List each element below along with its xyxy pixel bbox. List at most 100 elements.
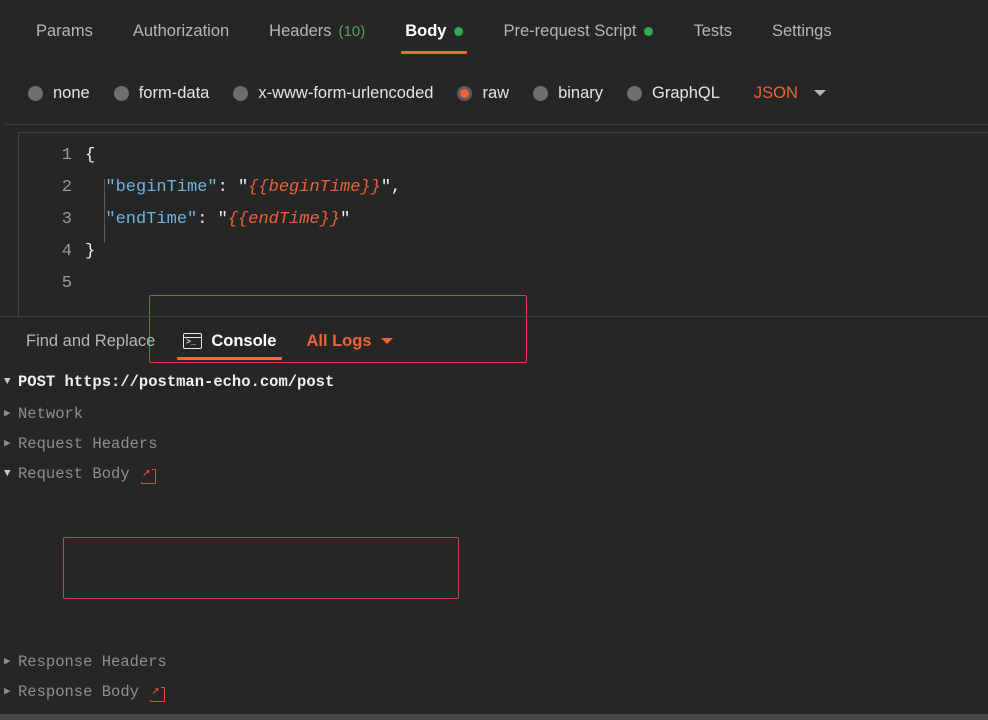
tab-pre-request-script[interactable]: Pre-request Script bbox=[489, 0, 667, 62]
triangle-expanded-icon[interactable]: ▼ bbox=[4, 459, 18, 489]
line-content: } bbox=[85, 236, 95, 268]
log-node-request-headers[interactable]: ▶ Request Headers bbox=[0, 429, 988, 459]
radio-icon[interactable] bbox=[114, 86, 129, 101]
triangle-collapsed-icon[interactable]: ▶ bbox=[4, 399, 18, 429]
terminal-icon bbox=[183, 333, 202, 349]
tab-label: Authorization bbox=[133, 22, 229, 41]
body-type-label: GraphQL bbox=[652, 84, 720, 103]
status-dot-icon bbox=[644, 27, 653, 36]
json-colon: : bbox=[218, 178, 238, 197]
chevron-down-icon[interactable] bbox=[381, 338, 393, 344]
request-body-editor-wrapper: 1 { 2 "beginTime": "{{beginTime}}", 3 "e… bbox=[4, 124, 988, 316]
postman-request-body-screen: Params Authorization Headers (10) Body P… bbox=[0, 0, 988, 720]
body-type-label: none bbox=[53, 84, 90, 103]
body-type-label: raw bbox=[482, 84, 509, 103]
log-filter-label: All Logs bbox=[306, 332, 371, 351]
editor-line[interactable]: 1 { bbox=[19, 140, 988, 172]
tab-find-and-replace[interactable]: Find and Replace bbox=[12, 317, 169, 365]
body-type-label: binary bbox=[558, 84, 603, 103]
tab-headers[interactable]: Headers (10) bbox=[255, 0, 379, 62]
body-type-raw[interactable]: raw bbox=[457, 84, 509, 103]
editor-line[interactable]: 4 } bbox=[19, 236, 988, 268]
log-node-request-body[interactable]: ▼ Request Body bbox=[0, 459, 988, 489]
log-entry-title: POST https://postman-echo.com/post bbox=[18, 373, 334, 391]
radio-icon[interactable] bbox=[28, 86, 43, 101]
radio-icon[interactable] bbox=[627, 86, 642, 101]
line-content: "endTime": "{{endTime}}" bbox=[85, 204, 350, 236]
editor-line[interactable]: 5 bbox=[19, 268, 988, 300]
console-tab-label: Console bbox=[211, 332, 276, 351]
editor-line[interactable]: 3 "endTime": "{{endTime}}" bbox=[19, 204, 988, 236]
tab-tests[interactable]: Tests bbox=[679, 0, 746, 62]
body-type-graphql[interactable]: GraphQL bbox=[627, 84, 720, 103]
external-link-icon[interactable] bbox=[150, 685, 165, 700]
raw-language-selector[interactable]: JSON bbox=[754, 84, 798, 103]
log-filter-dropdown[interactable]: All Logs bbox=[306, 332, 392, 351]
tab-label: Pre-request Script bbox=[503, 22, 636, 41]
json-key: "beginTime" bbox=[105, 178, 217, 197]
body-type-label: x-www-form-urlencoded bbox=[258, 84, 433, 103]
radio-icon[interactable] bbox=[533, 86, 548, 101]
console-tab-bar: Find and Replace Console All Logs bbox=[0, 317, 988, 365]
log-node-label: Response Body bbox=[18, 683, 139, 701]
line-content: "beginTime": "{{beginTime}}", bbox=[85, 172, 401, 204]
line-number: 5 bbox=[19, 268, 85, 300]
horizontal-scrollbar[interactable] bbox=[0, 714, 988, 720]
radio-icon[interactable] bbox=[233, 86, 248, 101]
tab-console[interactable]: Console bbox=[169, 317, 290, 365]
tab-label: Settings bbox=[772, 22, 832, 41]
chevron-down-icon[interactable] bbox=[814, 90, 826, 96]
log-node-response-body[interactable]: ▶ Response Body bbox=[0, 677, 988, 707]
template-variable: {{beginTime}} bbox=[248, 178, 381, 197]
tab-label: Tests bbox=[693, 22, 732, 41]
line-number: 3 bbox=[19, 204, 85, 236]
json-colon: : bbox=[197, 210, 217, 229]
line-number: 2 bbox=[19, 172, 85, 204]
body-type-form-data[interactable]: form-data bbox=[114, 84, 210, 103]
line-number: 4 bbox=[19, 236, 85, 268]
body-type-none[interactable]: none bbox=[28, 84, 90, 103]
editor-code[interactable]: 1 { 2 "beginTime": "{{beginTime}}", 3 "e… bbox=[19, 133, 988, 300]
tab-params[interactable]: Params bbox=[22, 0, 107, 62]
radio-selected-icon[interactable] bbox=[457, 86, 472, 101]
triangle-collapsed-icon[interactable]: ▶ bbox=[4, 677, 18, 707]
body-type-x-www-form-urlencoded[interactable]: x-www-form-urlencoded bbox=[233, 84, 433, 103]
indent bbox=[85, 210, 105, 229]
triangle-collapsed-icon[interactable]: ▶ bbox=[4, 429, 18, 459]
console-log-tree: ▼ POST https://postman-echo.com/post ▶ N… bbox=[0, 365, 988, 720]
tab-label: Headers bbox=[269, 22, 331, 41]
log-node-label: Response Headers bbox=[18, 653, 167, 671]
json-quote: " bbox=[238, 178, 248, 197]
headers-count-badge: (10) bbox=[339, 23, 366, 40]
log-node-label: Request Body bbox=[18, 465, 130, 483]
request-tab-bar: Params Authorization Headers (10) Body P… bbox=[0, 0, 988, 66]
tab-label: Body bbox=[405, 22, 446, 41]
template-variable: {{endTime}} bbox=[228, 210, 340, 229]
log-node-label: Request Headers bbox=[18, 435, 158, 453]
line-number: 1 bbox=[19, 140, 85, 172]
tab-body[interactable]: Body bbox=[391, 0, 477, 62]
log-entry-header[interactable]: ▼ POST https://postman-echo.com/post bbox=[0, 365, 988, 399]
body-type-binary[interactable]: binary bbox=[533, 84, 603, 103]
active-tab-underline bbox=[401, 51, 467, 54]
json-quote: " bbox=[218, 210, 228, 229]
tab-authorization[interactable]: Authorization bbox=[119, 0, 243, 62]
body-type-selector: none form-data x-www-form-urlencoded raw… bbox=[0, 74, 988, 112]
console-footer-nodes: ▶ Response Headers ▶ Response Body bbox=[0, 647, 988, 707]
json-quote-close: " bbox=[340, 210, 350, 229]
log-node-label: Network bbox=[18, 405, 83, 423]
external-link-icon[interactable] bbox=[141, 467, 156, 482]
tab-settings[interactable]: Settings bbox=[758, 0, 846, 62]
triangle-collapsed-icon[interactable]: ▶ bbox=[4, 647, 18, 677]
indent bbox=[85, 178, 105, 197]
editor-line[interactable]: 2 "beginTime": "{{beginTime}}", bbox=[19, 172, 988, 204]
raw-json-editor[interactable]: 1 { 2 "beginTime": "{{beginTime}}", 3 "e… bbox=[18, 132, 988, 316]
log-node-network[interactable]: ▶ Network bbox=[0, 399, 988, 429]
line-content: { bbox=[85, 140, 95, 172]
json-quote-close: ", bbox=[381, 178, 401, 197]
triangle-expanded-icon[interactable]: ▼ bbox=[4, 367, 18, 397]
json-key: "endTime" bbox=[105, 210, 197, 229]
log-node-response-headers[interactable]: ▶ Response Headers bbox=[0, 647, 988, 677]
active-tab-underline bbox=[177, 357, 282, 360]
tab-label: Params bbox=[36, 22, 93, 41]
